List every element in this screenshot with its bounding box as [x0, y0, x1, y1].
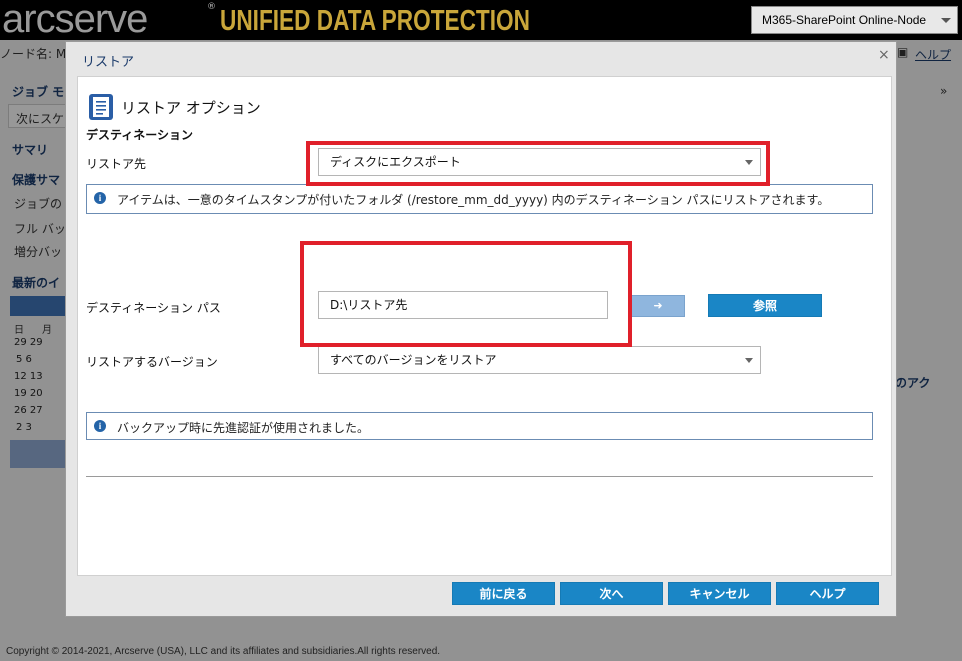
info-icon: i	[94, 192, 106, 204]
divider	[86, 476, 873, 477]
restore-version-label: リストアするバージョン	[86, 355, 218, 369]
chevron-down-icon	[745, 358, 753, 363]
destination-path-label: デスティネーション パス	[86, 301, 221, 315]
browse-button[interactable]: 参照	[708, 294, 822, 317]
cancel-button[interactable]: キャンセル	[668, 582, 771, 605]
node-selector-value: M365-SharePoint Online-Node	[762, 13, 927, 27]
node-selector[interactable]: M365-SharePoint Online-Node	[751, 6, 958, 34]
restore-to-label: リストア先	[86, 157, 147, 171]
restore-options-icon	[89, 94, 113, 120]
brand-product-name: UNIFIED DATA PROTECTION	[220, 5, 530, 37]
restore-version-value: すべてのバージョンをリストア	[330, 353, 497, 367]
restore-dialog: リストア × リストア オプション デスティネーション リストア先 ディスクにエ…	[65, 41, 897, 617]
auth-info-box: i バックアップ時に先進認証が使用されました。	[86, 412, 873, 440]
app-header: arcserve ® UNIFIED DATA PROTECTION M365-…	[0, 0, 962, 41]
options-title: リストア オプション	[121, 99, 261, 117]
chevron-down-icon	[941, 18, 951, 23]
info-icon: i	[94, 420, 106, 432]
dialog-button-bar: 前に戻る 次へ キャンセル ヘルプ	[66, 576, 896, 616]
back-button[interactable]: 前に戻る	[452, 582, 555, 605]
copyright-footer: Copyright © 2014-2021, Arcserve (USA), L…	[6, 646, 441, 657]
arrow-right-icon[interactable]: ➜	[631, 295, 685, 317]
highlight-restore-to	[306, 141, 770, 186]
help-button[interactable]: ヘルプ	[776, 582, 879, 605]
destination-section-heading: デスティネーション	[86, 128, 194, 142]
brand-registered-mark: ®	[207, 2, 216, 12]
auth-info-text: バックアップ時に先進認証が使用されました。	[117, 421, 370, 435]
next-button[interactable]: 次へ	[560, 582, 663, 605]
timestamp-info-text: アイテムは、一意のタイムスタンプが付いたフォルダ (/restore_mm_dd…	[117, 193, 830, 207]
close-icon[interactable]: ×	[878, 47, 890, 63]
restore-version-select[interactable]: すべてのバージョンをリストア	[318, 346, 761, 374]
brand-logo-arcserve: arcserve	[2, 0, 148, 41]
highlight-path-version	[300, 241, 632, 347]
dialog-body: リストア オプション デスティネーション リストア先 ディスクにエクスポート i…	[77, 76, 892, 576]
dialog-title: リストア	[82, 55, 135, 70]
timestamp-info-box: i アイテムは、一意のタイムスタンプが付いたフォルダ (/restore_mm_…	[86, 184, 873, 214]
